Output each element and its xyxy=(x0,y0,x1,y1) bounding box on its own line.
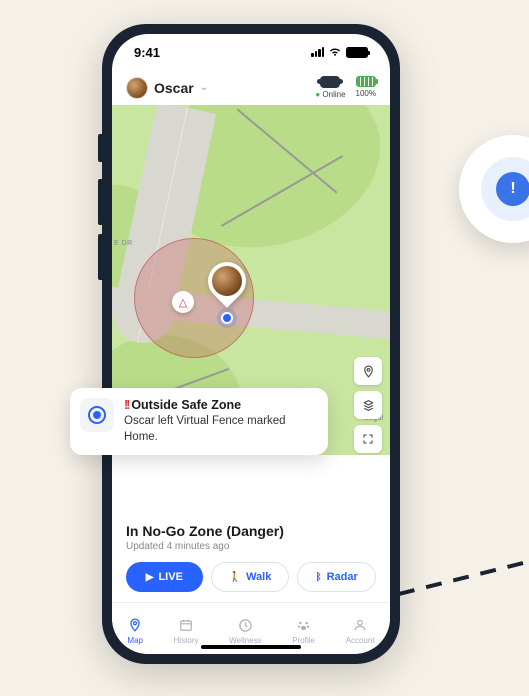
tab-history[interactable]: History xyxy=(174,617,199,645)
battery-status[interactable]: 100% xyxy=(356,76,376,99)
home-indicator[interactable] xyxy=(201,645,301,649)
walk-label: Walk xyxy=(246,571,271,583)
calendar-icon xyxy=(179,617,193,634)
notification-text: !!Outside Safe Zone Oscar left Virtual F… xyxy=(124,398,318,445)
notification-icon-box xyxy=(80,398,114,432)
zone-status-title: In No-Go Zone (Danger) xyxy=(126,523,376,539)
action-row: ▶ LIVE 🚶 Walk ᛒ Radar xyxy=(126,562,376,592)
tab-map[interactable]: Map xyxy=(127,617,143,645)
info-panel: In No-Go Zone (Danger) Updated 4 minutes… xyxy=(112,511,390,602)
radar-label: Radar xyxy=(327,571,358,583)
status-indicators xyxy=(311,47,368,58)
account-icon xyxy=(353,617,367,634)
cellular-icon xyxy=(311,47,324,57)
pet-pin-avatar xyxy=(212,266,242,296)
app-header: Oscar ⌄ Online 100% xyxy=(112,70,390,105)
layers-button[interactable] xyxy=(354,391,382,419)
phone-frame: 9:41 Oscar ⌄ Online 100% xyxy=(102,24,400,664)
clock: 9:41 xyxy=(134,45,160,60)
bluetooth-icon: ᛒ xyxy=(316,572,322,583)
walk-icon: 🚶 xyxy=(229,572,241,583)
updated-timestamp: Updated 4 minutes ago xyxy=(126,541,376,552)
map-pin-icon xyxy=(128,617,142,634)
alert-emoji: !! xyxy=(124,398,128,412)
volume-up-button xyxy=(98,179,102,225)
notification-title: !!Outside Safe Zone xyxy=(124,398,318,412)
alert-ring: ! xyxy=(481,157,529,221)
warning-pin[interactable]: △ xyxy=(172,291,194,313)
device-status: Online 100% xyxy=(315,76,376,99)
live-button[interactable]: ▶ LIVE xyxy=(126,562,203,592)
tab-wellness[interactable]: Wellness xyxy=(229,617,261,645)
pet-name: Oscar xyxy=(154,80,194,96)
alert-exclamation-icon: ! xyxy=(496,172,529,206)
paw-icon xyxy=(296,617,311,634)
tab-label: Account xyxy=(346,636,375,645)
target-icon xyxy=(88,406,106,424)
side-button xyxy=(98,134,102,162)
notification-card[interactable]: !!Outside Safe Zone Oscar left Virtual F… xyxy=(70,388,328,455)
notification-title-text: Outside Safe Zone xyxy=(131,398,241,412)
battery-percent: 100% xyxy=(356,89,376,98)
play-icon: ▶ xyxy=(146,572,154,583)
chevron-down-icon: ⌄ xyxy=(200,82,208,93)
online-label: Online xyxy=(315,90,345,99)
tab-label: Wellness xyxy=(229,636,261,645)
center-location-button[interactable] xyxy=(354,357,382,385)
map-controls xyxy=(354,357,382,453)
volume-down-button xyxy=(98,234,102,280)
battery-icon xyxy=(346,47,368,58)
status-bar: 9:41 xyxy=(112,34,390,70)
tab-account[interactable]: Account xyxy=(346,617,375,645)
live-label: LIVE xyxy=(158,571,182,583)
screen: 9:41 Oscar ⌄ Online 100% xyxy=(112,34,390,654)
fullscreen-button[interactable] xyxy=(354,425,382,453)
user-location-dot xyxy=(221,312,233,324)
wellness-icon xyxy=(238,617,253,634)
tab-profile[interactable]: Profile xyxy=(292,617,315,645)
tab-label: Map xyxy=(127,636,143,645)
radar-button[interactable]: ᛒ Radar xyxy=(297,562,376,592)
walk-button[interactable]: 🚶 Walk xyxy=(211,562,290,592)
notification-body: Oscar left Virtual Fence marked Home. xyxy=(124,414,318,445)
pet-selector[interactable]: Oscar ⌄ xyxy=(126,77,208,99)
pet-avatar xyxy=(126,77,148,99)
wifi-icon xyxy=(328,47,342,57)
tab-label: Profile xyxy=(292,636,315,645)
street-label: E DR xyxy=(114,240,133,247)
warning-icon: △ xyxy=(179,296,187,309)
alert-bubble[interactable]: ! xyxy=(459,135,529,243)
tab-label: History xyxy=(174,636,199,645)
tracker-icon xyxy=(320,76,340,88)
battery-small-icon xyxy=(356,76,376,87)
tracker-status[interactable]: Online xyxy=(315,76,345,99)
